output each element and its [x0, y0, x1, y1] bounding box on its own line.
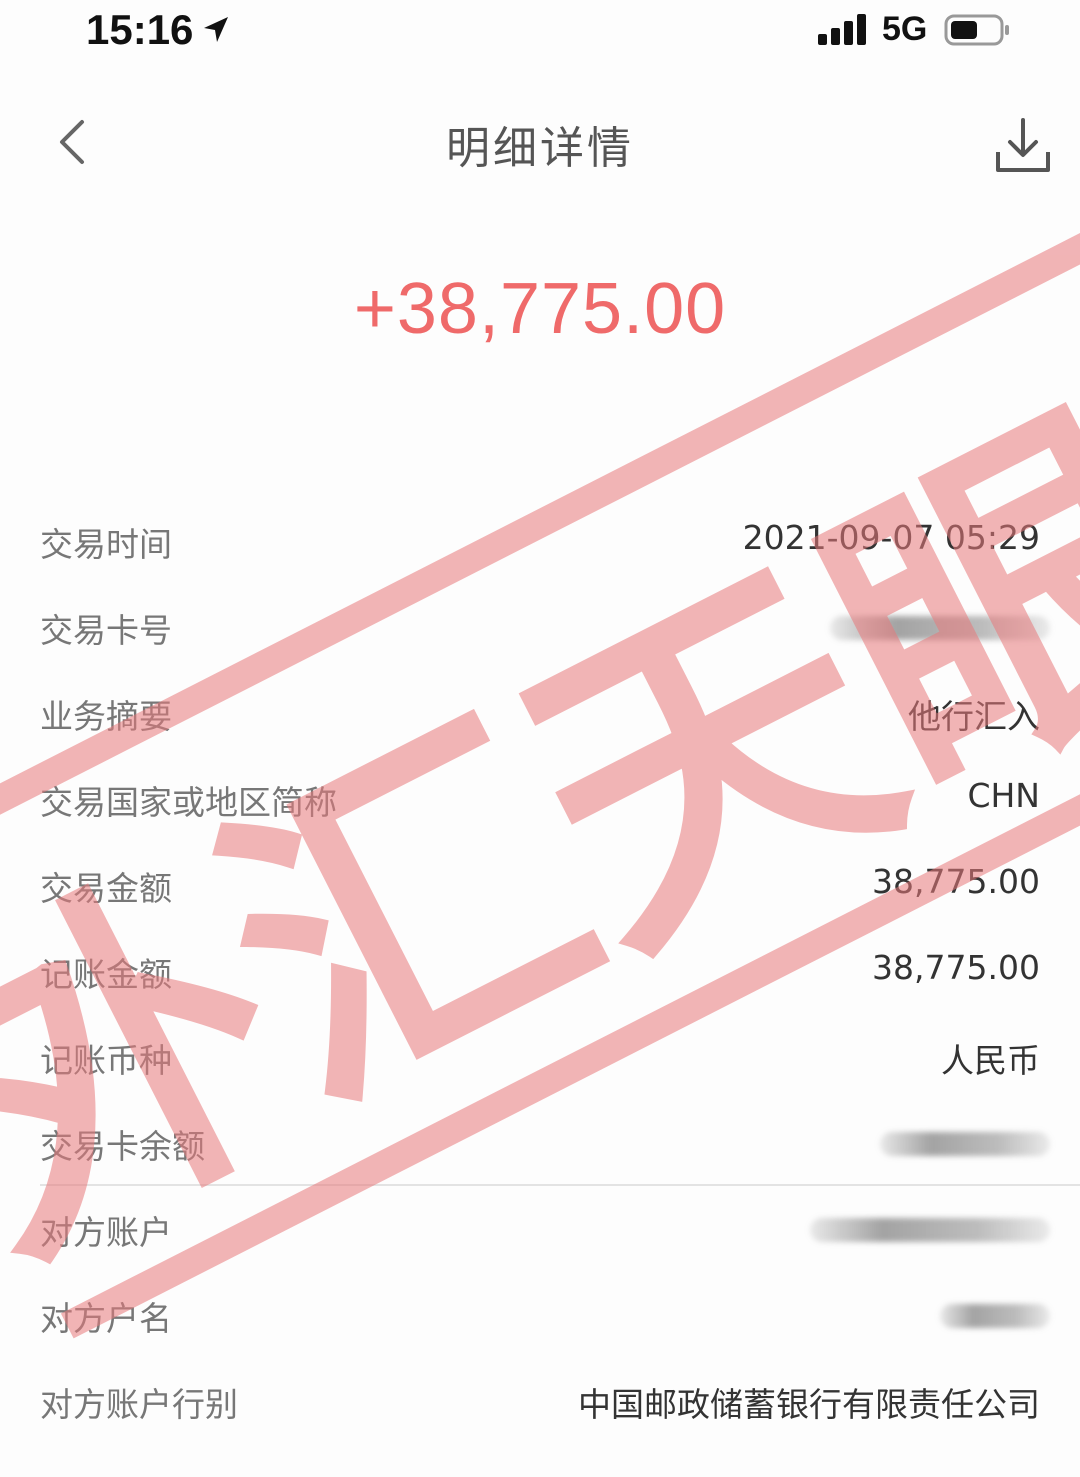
detail-label: 对方账户 — [40, 1213, 172, 1252]
detail-label: 对方账户行别 — [40, 1385, 238, 1424]
redacted-value — [880, 1132, 1050, 1156]
detail-row-transaction-time: 交易时间 2021-09-07 05:29 — [0, 496, 1080, 582]
detail-value: 2021-09-07 05:29 — [742, 518, 1040, 557]
detail-label: 对方户名 — [40, 1299, 172, 1338]
detail-label: 记账金额 — [40, 955, 172, 994]
detail-row-counterparty-account: 对方账户 — [0, 1184, 1080, 1270]
detail-row-country: 交易国家或地区简称 CHN — [0, 754, 1080, 840]
location-arrow-icon — [204, 17, 228, 42]
detail-row-counterparty-name: 对方户名 — [0, 1270, 1080, 1356]
detail-label: 业务摘要 — [40, 697, 172, 736]
detail-label: 交易金额 — [40, 869, 172, 908]
detail-value: 人民币 — [941, 1041, 1040, 1080]
detail-row-booking-amount: 记账金额 38,775.00 — [0, 926, 1080, 1012]
detail-list: 交易时间 2021-09-07 05:29 交易卡号 业务摘要 他行汇入 交易国… — [0, 496, 1080, 1442]
nav-bar: 明细详情 — [0, 90, 1080, 200]
redacted-value — [830, 616, 1050, 640]
detail-label: 交易国家或地区简称 — [40, 783, 337, 822]
page-title: 明细详情 — [446, 123, 634, 174]
detail-row-currency: 记账币种 人民币 — [0, 1012, 1080, 1098]
download-icon[interactable] — [990, 112, 1056, 178]
detail-row-transaction-amount: 交易金额 38,775.00 — [0, 840, 1080, 926]
transaction-amount: +38,775.00 — [353, 269, 727, 349]
status-bar: 15:16 5G — [0, 0, 1080, 62]
detail-row-summary: 业务摘要 他行汇入 — [0, 668, 1080, 754]
detail-value: CHN — [967, 776, 1040, 815]
detail-value: 他行汇入 — [908, 697, 1040, 736]
network-label: 5G — [882, 10, 928, 48]
detail-value: 中国邮政储蓄银行有限责任公司 — [578, 1385, 1040, 1424]
detail-value: 38,775.00 — [872, 862, 1040, 901]
status-time: 15:16 — [86, 6, 194, 53]
detail-label: 交易时间 — [40, 525, 172, 564]
screen: 15:16 5G 明细详情 +38,775.00 交易时间 2021-09-07… — [0, 0, 1080, 1477]
detail-row-card-number: 交易卡号 — [0, 582, 1080, 668]
redacted-value — [940, 1304, 1050, 1328]
redacted-value — [810, 1218, 1050, 1242]
detail-row-card-balance: 交易卡余额 — [0, 1098, 1080, 1184]
signal-bars-icon — [818, 14, 866, 45]
detail-label: 交易卡余额 — [40, 1127, 205, 1166]
detail-label: 记账币种 — [40, 1041, 172, 1080]
battery-icon — [944, 14, 1009, 46]
detail-row-counterparty-bank: 对方账户行别 中国邮政储蓄银行有限责任公司 — [0, 1356, 1080, 1442]
detail-label: 交易卡号 — [40, 611, 172, 650]
detail-value: 38,775.00 — [872, 948, 1040, 987]
